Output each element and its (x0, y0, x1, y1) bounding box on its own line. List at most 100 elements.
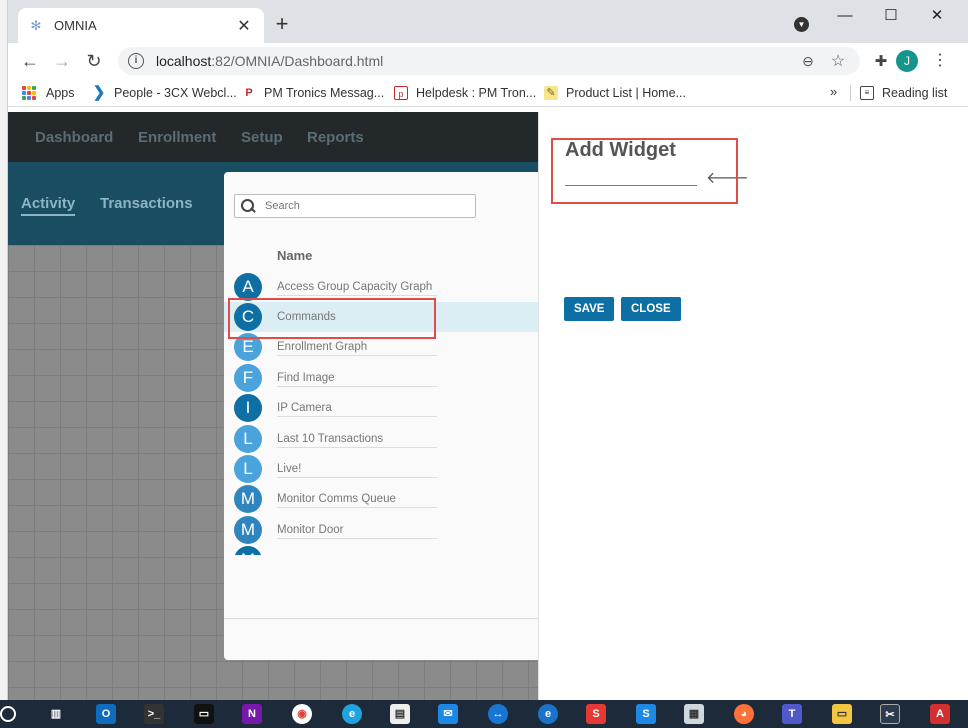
search-taskbar-icon[interactable] (0, 706, 16, 722)
reading-list-icon: ≡ (860, 86, 874, 100)
back-icon[interactable]: ← (18, 50, 42, 72)
new-tab-button[interactable]: + (270, 12, 294, 36)
list-item-label: Monitor Comms Queue (277, 493, 437, 508)
list-item-label: Find Image (277, 372, 437, 387)
list-item[interactable]: M Monitor Comms Queue (224, 484, 538, 514)
list-item-label: Access Group Capacity Graph (277, 281, 437, 296)
minimize-icon[interactable]: — (830, 4, 860, 28)
search-input[interactable] (265, 200, 465, 212)
snagit-icon[interactable]: S (586, 704, 606, 724)
tab-activity[interactable]: Activity (21, 195, 76, 216)
list-item-label: Live! (277, 463, 437, 478)
browser-tab[interactable]: ✻ OMNIA ✕ (18, 8, 264, 43)
edge-icon[interactable]: e (342, 704, 362, 724)
address-bar[interactable]: i localhost:82/OMNIA/Dashboard.html ⊖ ☆ (118, 47, 860, 75)
letter-badge: L (234, 425, 262, 453)
list-item-label (277, 554, 437, 555)
list-item-label: Monitor Door (277, 524, 437, 539)
terminal-icon[interactable]: >_ (144, 704, 164, 724)
url-text[interactable]: localhost:82/OMNIA/Dashboard.html (156, 53, 796, 69)
reading-list-button[interactable]: ≡ Reading list (860, 84, 947, 102)
letter-badge: A (234, 273, 262, 301)
list-item-label: IP Camera (277, 402, 437, 417)
sql-icon[interactable]: S (636, 704, 656, 724)
profile-avatar[interactable]: J (896, 50, 918, 72)
list-item-label: Last 10 Transactions (277, 433, 437, 448)
tools-icon[interactable]: ✂ (880, 704, 900, 724)
reload-icon[interactable]: ↻ (82, 50, 106, 72)
bookmark-label: People - 3CX Webcl... (114, 86, 237, 100)
search-icon (241, 199, 255, 213)
close-tab-icon[interactable]: ✕ (234, 16, 254, 36)
tab-transactions[interactable]: Transactions (100, 195, 193, 212)
file-explorer-icon[interactable]: ▭ (832, 704, 852, 724)
internet-explorer-icon[interactable]: e (538, 704, 558, 724)
background-window-edge (0, 0, 8, 700)
pm-tronics-logo-icon: P (245, 87, 253, 99)
bookmark-label: Apps (46, 86, 75, 100)
chrome-icon[interactable]: ◉ (292, 704, 312, 724)
browser-tab-strip: ✻ OMNIA ✕ + ▼ — ☐ ✕ (8, 0, 968, 43)
nav-reports[interactable]: Reports (307, 129, 364, 146)
list-item[interactable]: M Monitor Door (224, 515, 538, 545)
extensions-puzzle-icon[interactable]: ✚ (870, 52, 892, 70)
bookmarks-divider (850, 85, 851, 101)
list-item[interactable]: L Last 10 Transactions (224, 424, 538, 454)
outlook-icon[interactable]: O (96, 704, 116, 724)
search-box[interactable] (234, 194, 476, 218)
bookmark-star-icon[interactable]: ☆ (826, 51, 850, 71)
highlight-box-add-widget (551, 138, 738, 204)
save-button[interactable]: SAVE (564, 297, 615, 321)
bookmark-pm-tronics-messages[interactable]: P PM Tronics Messag... (242, 84, 384, 102)
calculator-icon[interactable]: ▦ (684, 704, 704, 724)
firefox-icon[interactable]: ◕ (734, 704, 754, 724)
nav-enrollment[interactable]: Enrollment (138, 129, 216, 146)
list-item[interactable]: L Live! (224, 454, 538, 484)
reading-list-label: Reading list (882, 86, 948, 100)
bookmark-apps[interactable]: Apps (22, 84, 75, 102)
main-nav: Dashboard Enrollment Setup Reports (8, 112, 538, 162)
apps-grid-icon (22, 86, 36, 100)
bookmark-helpdesk[interactable]: p Helpdesk : PM Tron... (394, 84, 536, 102)
name-column-header: Name (277, 248, 313, 263)
bookmark-label: PM Tronics Messag... (264, 86, 385, 100)
command-prompt-icon[interactable]: ▭ (194, 704, 214, 724)
letter-badge: F (234, 364, 262, 392)
list-item-label: Enrollment Graph (277, 341, 437, 356)
zoom-icon[interactable]: ⊖ (796, 53, 820, 70)
omnia-favicon-icon: ✻ (30, 17, 42, 33)
list-item[interactable]: F Find Image (224, 363, 538, 393)
site-info-icon[interactable]: i (128, 53, 144, 69)
teamviewer-icon[interactable]: ↔ (488, 704, 508, 724)
more-bookmarks-button[interactable]: » (830, 84, 837, 99)
letter-badge: M (234, 546, 262, 555)
bookmark-product-list[interactable]: ✎ Product List | Home... (544, 84, 686, 102)
letter-badge: L (234, 455, 262, 483)
tab-search-icon[interactable]: ▼ (794, 17, 809, 32)
browser-menu-icon[interactable]: ⋮ (932, 50, 948, 72)
url-path: :82/OMNIA/Dashboard.html (211, 53, 384, 69)
teams-icon[interactable]: T (782, 704, 802, 724)
mail-icon[interactable]: ✉ (438, 704, 458, 724)
3cx-chevron-icon: ❯ (92, 84, 106, 101)
widget-picker-panel: Name A Access Group Capacity Graph C Com… (224, 172, 538, 660)
browser-toolbar: ← → ↻ i localhost:82/OMNIA/Dashboard.htm… (8, 43, 968, 79)
windows-taskbar: ▥ O >_ ▭ N ◉ e ▤ ✉ ↔ e S S ▦ ◕ T ▭ ✂ A (0, 700, 968, 728)
letter-badge: I (234, 394, 262, 422)
helpdesk-logo-icon: p (394, 86, 408, 100)
store-icon[interactable]: ▤ (390, 704, 410, 724)
close-window-icon[interactable]: ✕ (922, 4, 952, 28)
nav-setup[interactable]: Setup (241, 129, 283, 146)
acrobat-icon[interactable]: A (930, 704, 950, 724)
bookmark-3cx-people[interactable]: ❯ People - 3CX Webcl... (92, 84, 237, 102)
forward-icon[interactable]: → (50, 50, 74, 72)
nav-dashboard[interactable]: Dashboard (35, 129, 113, 146)
picker-footer-divider (224, 618, 538, 619)
task-view-icon[interactable]: ▥ (46, 704, 66, 724)
onenote-icon[interactable]: N (242, 704, 262, 724)
list-item[interactable]: M (224, 545, 538, 555)
maximize-icon[interactable]: ☐ (876, 4, 906, 28)
letter-badge: M (234, 485, 262, 513)
close-button[interactable]: CLOSE (621, 297, 681, 321)
list-item[interactable]: I IP Camera (224, 393, 538, 423)
